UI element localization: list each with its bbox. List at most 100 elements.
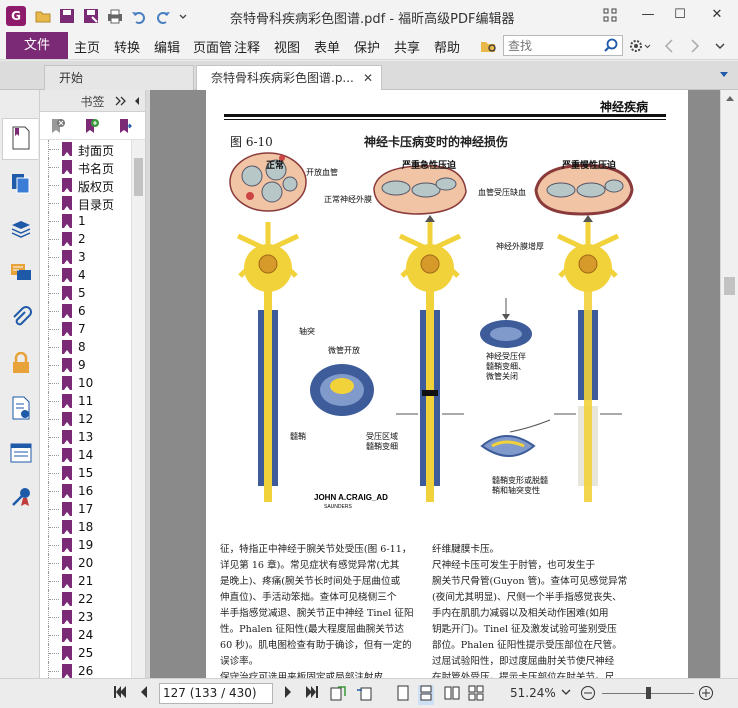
scroll-up-icon[interactable]	[725, 94, 735, 102]
expand-panel-icon[interactable]	[115, 96, 127, 106]
bookmark-item[interactable]: 20	[40, 554, 130, 572]
bookmark-item[interactable]: 14	[40, 446, 130, 464]
first-page-icon[interactable]	[112, 685, 128, 703]
save-as-icon[interactable]	[82, 7, 100, 25]
bookmark-item[interactable]: 3	[40, 248, 130, 266]
bookmark-item[interactable]: 8	[40, 338, 130, 356]
search-icon[interactable]	[603, 37, 619, 56]
bookmark-item[interactable]: 2	[40, 230, 130, 248]
bookmark-item[interactable]: 13	[40, 428, 130, 446]
add-bookmark-icon[interactable]	[82, 117, 100, 135]
search-folder-icon[interactable]	[480, 37, 498, 58]
previous-page-icon[interactable]	[136, 685, 152, 703]
next-arrow-icon[interactable]	[688, 37, 702, 58]
menu-comment[interactable]: 注释	[234, 37, 260, 56]
menu-share[interactable]: 共享	[394, 37, 420, 56]
menu-edit[interactable]: 编辑	[154, 37, 180, 56]
layers-icon[interactable]	[10, 218, 32, 240]
bookmark-item[interactable]: 22	[40, 590, 130, 608]
tab-start[interactable]: 开始	[44, 65, 194, 90]
menu-help[interactable]: 帮助	[434, 37, 460, 56]
bookmark-item[interactable]: 封面页	[40, 140, 130, 158]
bookmark-item[interactable]: 19	[40, 536, 130, 554]
bookmark-item[interactable]: 7	[40, 320, 130, 338]
security-lock-icon[interactable]	[10, 351, 32, 374]
menu-page-manage[interactable]: 页面管	[193, 37, 233, 56]
bookmark-item[interactable]: 23	[40, 608, 130, 626]
bookmark-options-icon[interactable]	[116, 117, 134, 135]
bookmark-item[interactable]: 4	[40, 266, 130, 284]
undo-icon[interactable]	[130, 7, 148, 25]
tab-document[interactable]: 奈特骨科疾病彩色图谱.p... ✕	[196, 65, 382, 90]
bookmark-item[interactable]: 9	[40, 356, 130, 374]
continuous-facing-view-icon[interactable]	[468, 685, 484, 705]
menu-view[interactable]: 视图	[274, 37, 300, 56]
content-list-icon[interactable]	[10, 442, 32, 464]
minimize-button[interactable]: —	[634, 4, 662, 26]
foxit-logo-icon[interactable]: G	[6, 6, 26, 26]
bookmark-scrollbar[interactable]	[131, 140, 145, 678]
document-scrollbar-thumb[interactable]	[724, 277, 735, 295]
bookmark-item[interactable]: 6	[40, 302, 130, 320]
bookmark-item[interactable]: 书名页	[40, 158, 130, 176]
bookmark-item[interactable]: 26	[40, 662, 130, 678]
fullscreen-icon[interactable]	[596, 4, 624, 26]
zoom-level[interactable]: 51.24%	[510, 686, 556, 700]
bookmark-item[interactable]: 目录页	[40, 194, 130, 212]
redo-icon[interactable]	[154, 7, 172, 25]
previous-view-icon[interactable]	[330, 685, 346, 705]
bookmark-item[interactable]: 版权页	[40, 176, 130, 194]
signatures-icon[interactable]	[10, 396, 32, 420]
previous-arrow-icon[interactable]	[662, 37, 676, 58]
bookmark-item[interactable]: 15	[40, 464, 130, 482]
close-button[interactable]: ✕	[703, 4, 731, 26]
bookmark-item[interactable]: 11	[40, 392, 130, 410]
collapse-panel-icon[interactable]	[133, 96, 141, 106]
bookmark-item[interactable]: 5	[40, 284, 130, 302]
maximize-button[interactable]: ☐	[666, 4, 694, 26]
search-input[interactable]	[504, 36, 600, 55]
file-menu-button[interactable]: 文件	[6, 32, 68, 59]
bookmark-scrollbar-thumb[interactable]	[134, 158, 143, 196]
page-number-input[interactable]: 127 (133 / 430)	[159, 683, 273, 704]
page-thumbnails-icon[interactable]	[10, 172, 32, 194]
delete-bookmark-icon[interactable]	[48, 117, 66, 135]
bookmark-item[interactable]: 12	[40, 410, 130, 428]
single-page-view-icon[interactable]	[395, 685, 411, 705]
bookmark-item[interactable]: 24	[40, 626, 130, 644]
bookmark-item[interactable]: 25	[40, 644, 130, 662]
zoom-dropdown-icon[interactable]	[560, 685, 572, 699]
save-icon[interactable]	[58, 7, 76, 25]
bookmark-item[interactable]: 10	[40, 374, 130, 392]
document-scrollbar[interactable]	[720, 90, 738, 678]
bookmark-item[interactable]: 17	[40, 500, 130, 518]
tab-close-icon[interactable]: ✕	[363, 66, 373, 90]
continuous-view-icon[interactable]	[418, 685, 434, 705]
print-icon[interactable]	[106, 7, 124, 25]
menu-home[interactable]: 主页	[74, 37, 100, 56]
bookmark-item[interactable]: 21	[40, 572, 130, 590]
bookmark-panel-icon[interactable]	[10, 126, 32, 150]
next-page-icon[interactable]	[280, 685, 296, 703]
bookmark-item[interactable]: 18	[40, 518, 130, 536]
comments-icon[interactable]	[10, 262, 32, 284]
bookmark-item[interactable]: 16	[40, 482, 130, 500]
next-view-icon[interactable]	[356, 685, 372, 705]
menu-form[interactable]: 表单	[314, 37, 340, 56]
open-folder-icon[interactable]	[34, 7, 52, 25]
tab-list-dropdown-icon[interactable]	[718, 69, 730, 84]
bookmark-item[interactable]: 1	[40, 212, 130, 230]
menu-convert[interactable]: 转换	[114, 37, 140, 56]
search-box[interactable]	[503, 35, 623, 56]
menu-protect[interactable]: 保护	[354, 37, 380, 56]
customize-dropdown-icon[interactable]	[178, 7, 188, 25]
settings-gear-icon[interactable]	[628, 37, 652, 58]
zoom-out-icon[interactable]	[580, 685, 596, 701]
last-page-icon[interactable]	[304, 685, 320, 703]
certificate-icon[interactable]	[10, 486, 32, 508]
zoom-slider-handle[interactable]	[646, 687, 651, 699]
attachments-icon[interactable]	[10, 306, 32, 328]
facing-view-icon[interactable]	[444, 685, 460, 705]
zoom-in-icon[interactable]	[698, 685, 714, 701]
collapse-ribbon-icon[interactable]	[713, 37, 727, 58]
